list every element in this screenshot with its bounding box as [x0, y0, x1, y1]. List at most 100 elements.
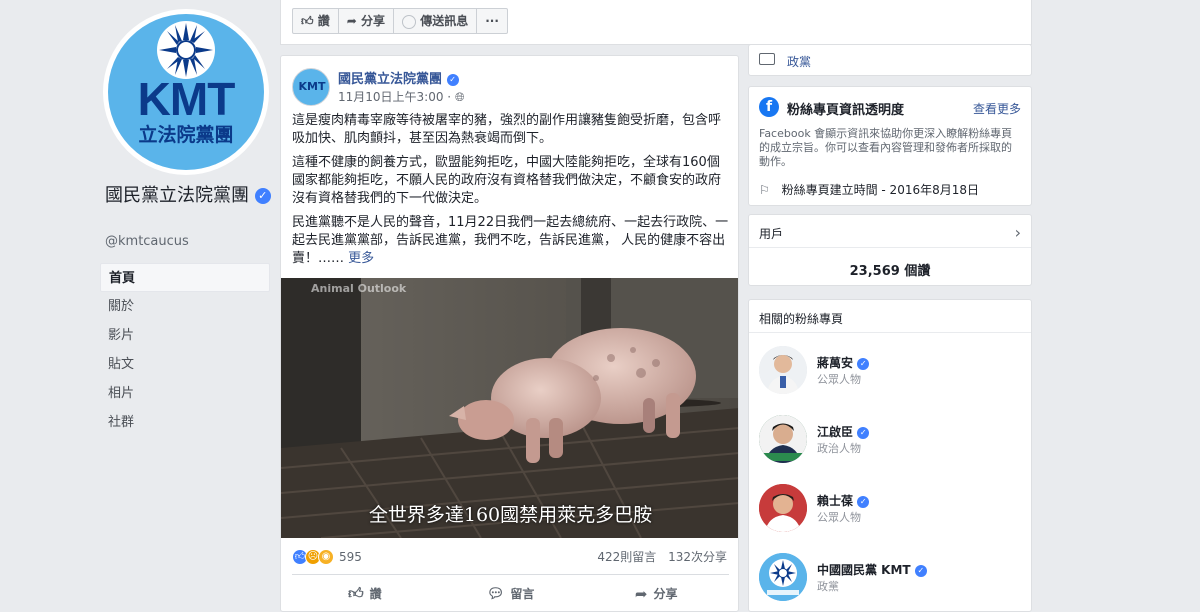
post-video[interactable]: Animal Outlook 全世界多達160國禁用萊克多巴胺	[281, 278, 738, 538]
share-post-label: 分享	[653, 587, 678, 601]
share-arrow-icon: ➦	[634, 584, 648, 603]
transparency-description: Facebook 會顯示資訊來協助你更深入瞭解粉絲專頁的成立宗旨。你可以查看內容…	[759, 127, 1013, 168]
send-message-label: 傳送訊息	[420, 14, 469, 28]
reaction-count: 595	[339, 550, 362, 564]
related-page-avatar	[759, 415, 807, 463]
flag-icon: ⚐	[759, 183, 770, 197]
video-watermark: Animal Outlook	[311, 282, 407, 295]
divider	[749, 332, 1031, 333]
nav-item-posts[interactable]: 貼文	[100, 350, 270, 379]
like-post-button[interactable]: 👍︎ 讚	[292, 575, 438, 611]
related-page-name: 賴士葆 ✓	[817, 492, 870, 509]
post-author-name[interactable]: 國民黨立法院黨團 ✓	[338, 68, 459, 87]
comment-count[interactable]: 422則留言	[597, 550, 656, 564]
post-card: KMT 國民黨立法院黨團 ✓ 11月10日上午3:00 · 🌐︎ 這是瘦肉精毒宰…	[280, 55, 739, 612]
post-author-avatar[interactable]: KMT	[292, 68, 330, 106]
person-photo-icon	[759, 484, 807, 532]
verified-badge-icon: ✓	[914, 564, 927, 577]
nav-item-videos[interactable]: 影片	[100, 321, 270, 350]
related-page-category: 政黨	[817, 580, 839, 593]
kmt-sun-emblem-icon	[157, 21, 215, 79]
likes-card-title[interactable]: 用戶	[749, 215, 1031, 242]
related-page-avatar	[759, 484, 807, 532]
profile-avatar[interactable]: KMT 立法院黨團	[108, 14, 264, 170]
comment-button[interactable]: 💬︎ 留言	[438, 575, 584, 611]
divider	[749, 247, 1031, 248]
video-frame-image	[281, 278, 738, 538]
page-actions-group: 👍︎ 讚 ➦ 分享 傳送訊息 ···	[292, 8, 508, 34]
post-timestamp[interactable]: 11月10日上午3:00 · 🌐︎	[338, 88, 465, 105]
video-caption: 全世界多達160國禁用萊克多巴胺	[368, 504, 653, 526]
like-page-button[interactable]: 👍︎ 讚	[293, 9, 339, 33]
related-page-avatar	[759, 553, 807, 601]
share-arrow-icon: ➦	[346, 14, 357, 28]
related-page-item[interactable]: 中國國民黨 KMT ✓ 政黨	[759, 553, 1023, 605]
related-pages-card: 相關的粉絲專頁 蔣萬安 ✓ 公眾人物 江啟臣 ✓ 政治人物 賴士葆 ✓ 公眾人物…	[748, 299, 1032, 612]
more-options-button[interactable]: ···	[477, 9, 507, 33]
related-page-name: 中國國民黨 KMT ✓	[817, 561, 927, 578]
person-photo-icon	[759, 346, 807, 394]
globe-icon: 🌐︎	[454, 90, 465, 104]
verified-badge-icon: ✓	[446, 73, 459, 86]
thumbs-up-icon: 👍︎	[347, 584, 364, 602]
related-pages-title: 相關的粉絲專頁	[759, 312, 844, 326]
see-more-link[interactable]: 更多	[348, 251, 374, 266]
verified-badge-icon: ✓	[254, 188, 271, 204]
nav-item-community[interactable]: 社群	[100, 408, 270, 437]
like-page-label: 讚	[317, 14, 330, 28]
kmt-sun-emblem-icon	[759, 553, 807, 601]
avatar-subtitle: 立法院黨團	[138, 124, 234, 146]
chevron-right-icon[interactable]: ›	[1015, 223, 1021, 242]
page-likes-card: 用戶 › 23,569 個讚	[748, 214, 1032, 286]
verified-badge-icon: ✓	[857, 426, 870, 439]
related-page-name-text: 蔣萬安	[817, 356, 854, 370]
related-page-name-text: 中國國民黨 KMT	[817, 563, 911, 577]
transparency-title: 粉絲專頁資訊透明度	[787, 103, 905, 118]
related-page-name: 蔣萬安 ✓	[817, 354, 870, 371]
page-name-text: 國民黨立法院黨團	[105, 185, 249, 206]
comment-bubble-icon: 💬︎	[486, 585, 505, 602]
page-action-bar: 👍︎ 讚 ➦ 分享 傳送訊息 ···	[280, 0, 1032, 45]
page-created-row: ⚐ 粉絲專頁建立時間 - 2016年8月18日	[759, 181, 979, 198]
nav-item-about[interactable]: 關於	[100, 292, 270, 321]
related-page-item[interactable]: 賴士葆 ✓ 公眾人物	[759, 484, 1023, 536]
person-photo-icon	[759, 415, 807, 463]
post-paragraph: 這種不健康的飼養方式，歐盟能夠拒吃，中國大陸能夠拒吃，全球有160個國家都能夠拒…	[292, 155, 722, 206]
nav-item-photos[interactable]: 相片	[100, 379, 270, 408]
category-link[interactable]: 政黨	[787, 53, 811, 70]
page-transparency-card: f 粉絲專頁資訊透明度 查看更多 Facebook 會顯示資訊來協助你更深入瞭解…	[748, 86, 1032, 206]
share-count[interactable]: 132次分享	[668, 550, 727, 564]
facebook-logo-icon: f	[759, 97, 779, 117]
related-page-item[interactable]: 蔣萬安 ✓ 公眾人物	[759, 346, 1023, 398]
post-paragraph: 民進黨聽不是人民的聲音，11月22日我們一起去總統府、一起去行政院、一起去民進黨…	[292, 214, 732, 268]
verified-badge-icon: ✓	[857, 495, 870, 508]
page-title: 國民黨立法院黨團 ✓	[105, 184, 275, 208]
comment-label: 留言	[510, 587, 535, 601]
verified-badge-icon: ✓	[857, 357, 870, 370]
related-page-category: 公眾人物	[817, 511, 861, 524]
page-handle: @kmtcaucus	[105, 234, 189, 249]
send-message-button[interactable]: 傳送訊息	[394, 9, 478, 33]
related-page-name-text: 賴士葆	[817, 494, 854, 508]
nav-item-home[interactable]: 首頁	[100, 263, 270, 292]
post-author-text: 國民黨立法院黨團	[338, 72, 443, 87]
post-body: 這是瘦肉精毒宰廠等待被屠宰的豬，強烈的副作用讓豬隻飽受折磨，包含呼吸加快、肌肉顫…	[292, 112, 732, 274]
related-page-category: 公眾人物	[817, 373, 861, 386]
page-created-text: 粉絲專頁建立時間 - 2016年8月18日	[781, 183, 979, 197]
post-time-text: 11月10日上午3:00 ·	[338, 90, 455, 104]
category-card: 政黨	[748, 44, 1032, 76]
engagement-stats: 422則留言 132次分享	[589, 548, 727, 565]
share-post-button[interactable]: ➦ 分享	[583, 575, 729, 611]
reaction-summary[interactable]: 👍︎ ☹ ◉ 595	[292, 548, 362, 566]
related-page-avatar	[759, 346, 807, 394]
post-avatar-text: KMT	[298, 80, 326, 93]
related-page-category: 政治人物	[817, 442, 861, 455]
related-page-name-text: 江啟臣	[817, 425, 854, 439]
messenger-icon	[402, 14, 417, 29]
see-more-link[interactable]: 查看更多	[973, 100, 1021, 117]
related-page-item[interactable]: 江啟臣 ✓ 政治人物	[759, 415, 1023, 467]
avatar-kmt-text: KMT	[137, 73, 236, 125]
post-paragraph: 這是瘦肉精毒宰廠等待被屠宰的豬，強烈的副作用讓豬隻飽受折磨，包含呼吸加快、肌肉顫…	[292, 113, 722, 146]
share-page-button[interactable]: ➦ 分享	[339, 9, 395, 33]
thumbs-up-icon: 👍︎	[301, 14, 314, 28]
